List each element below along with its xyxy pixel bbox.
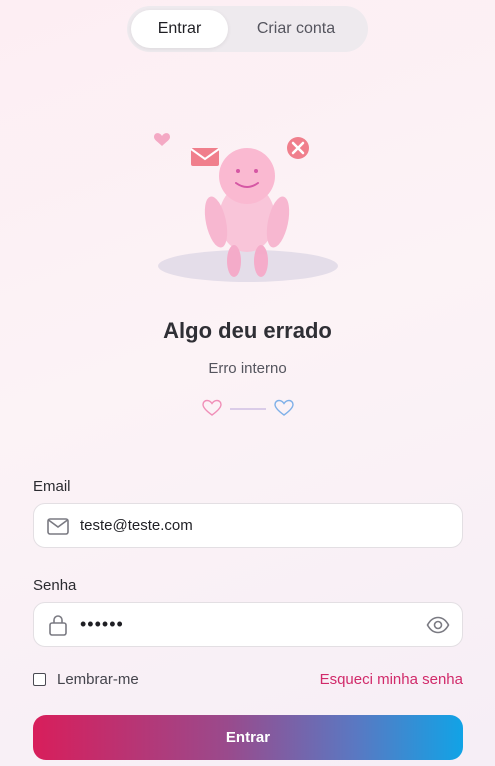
error-x-icon <box>287 137 309 159</box>
email-value: teste@teste.com <box>80 517 193 534</box>
tab-login[interactable]: Entrar <box>131 10 228 48</box>
email-label: Email <box>33 478 71 495</box>
mail-icon <box>46 515 70 537</box>
tab-register[interactable]: Criar conta <box>228 10 364 48</box>
hearts-divider <box>202 399 294 419</box>
remember-label: Lembrar-me <box>57 671 139 688</box>
auth-tabs: Entrar Criar conta <box>127 6 368 52</box>
remember-checkbox[interactable] <box>33 673 46 686</box>
password-value: •••••• <box>80 614 124 634</box>
remember-me[interactable]: Lembrar-me <box>33 671 139 688</box>
lock-icon <box>46 614 70 636</box>
error-message: Erro interno <box>208 360 287 377</box>
password-field[interactable]: •••••• <box>33 602 463 647</box>
error-illustration <box>150 118 350 290</box>
small-heart-icon <box>154 133 170 146</box>
eye-icon[interactable] <box>426 615 450 635</box>
heart-outline-icon <box>274 399 294 416</box>
envelope-icon <box>190 148 220 166</box>
forgot-password-link[interactable]: Esqueci minha senha <box>320 671 463 688</box>
password-label: Senha <box>33 577 77 594</box>
ground-shadow <box>158 250 338 282</box>
heart-outline-icon <box>202 399 222 416</box>
email-field[interactable]: teste@teste.com <box>33 503 463 548</box>
error-title: Algo deu errado <box>163 318 332 343</box>
login-submit-button[interactable]: Entrar <box>33 715 463 760</box>
